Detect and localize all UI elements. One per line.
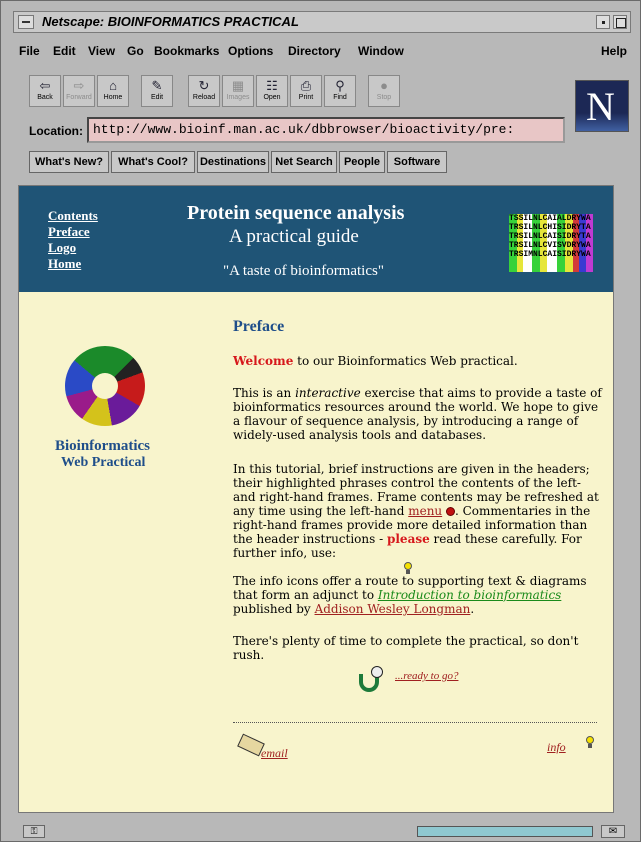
mail-icon[interactable]: ✉ [601,825,625,838]
link-preface[interactable]: Preface [48,224,90,240]
page-title: Protein sequence analysis [187,202,405,224]
info-bulb-icon[interactable] [585,736,595,748]
paragraph-intro: This is an interactive exercise that aim… [233,386,602,442]
images-button[interactable]: ▦ Images [222,75,254,107]
people-button[interactable]: People [339,151,385,173]
menu-bar: File Edit View Go Bookmarks Options Dire… [13,41,631,63]
page-content: Contents Preface Logo Home Protein seque… [18,185,614,813]
menu-edit[interactable]: Edit [53,44,76,58]
protein-structure-logo [65,346,145,426]
divider [233,722,597,723]
destinations-button[interactable]: Destinations [197,151,269,173]
red-dot-icon [445,507,455,516]
info-bulb-icon[interactable] [403,561,413,574]
netscape-logo[interactable]: N [575,80,629,132]
net-search-button[interactable]: Net Search [271,151,337,173]
page-tagline: "A taste of bioinformatics" [223,263,384,279]
whats-new-button[interactable]: What's New? [29,151,109,173]
title-bar[interactable]: Netscape: BIOINFORMATICS PRACTICAL [13,11,631,33]
web-practical-label: Web Practical [61,455,146,470]
back-button[interactable]: ⇦ Back [29,75,61,107]
whats-cool-button[interactable]: What's Cool? [111,151,195,173]
status-bar: ⚿ ✉ [13,823,631,841]
menu-window[interactable]: Window [358,44,404,58]
paragraph-info-icons: The info icons offer a route to supporti… [233,574,587,616]
section-heading: Preface [233,318,285,335]
browser-window: Netscape: BIOINFORMATICS PRACTICAL File … [0,0,641,842]
menu-directory[interactable]: Directory [288,44,341,58]
location-label: Location: [29,124,83,138]
software-button[interactable]: Software [387,151,447,173]
back-arrow-icon: ⇦ [39,78,51,93]
ready-to-go-link[interactable]: ...ready to go? [395,670,458,682]
location-input[interactable]: http://www.bioinf.man.ac.uk/dbbrowser/bi… [87,117,565,143]
forward-arrow-icon: ⇨ [73,78,85,93]
images-icon: ▦ [231,78,245,93]
publisher-link[interactable]: Addison Wesley Longman [315,602,471,616]
reload-icon: ↻ [198,78,210,93]
home-button[interactable]: ⌂ Home [97,75,129,107]
stop-icon: ● [380,78,388,93]
binoculars-icon: ⚲ [335,78,345,93]
open-icon: ☷ [266,78,278,93]
window-title: Netscape: BIOINFORMATICS PRACTICAL [42,14,299,29]
open-button[interactable]: ☷ Open [256,75,288,107]
book-title[interactable]: Introduction to bioinformatics [378,588,561,602]
forward-button[interactable]: ⇨ Forward [63,75,95,107]
menu-view[interactable]: View [88,44,115,58]
info-link[interactable]: info [547,740,566,755]
link-contents[interactable]: Contents [48,208,98,224]
paragraph-welcome: Welcome to our Bioinformatics Web practi… [233,354,518,368]
minimize-button[interactable] [596,15,610,29]
find-button[interactable]: ⚲ Find [324,75,356,107]
sequence-rows: TSSILNLCAIALDRYWA TRSILNLCHISIDRYTA TRSI… [509,214,591,259]
sequence-alignment-image: TSSILNLCAIALDRYWA TRSILNLCHISIDRYTA TRSI… [509,214,593,272]
netscape-n-icon: N [586,84,615,129]
menu-options[interactable]: Options [228,44,273,58]
paragraph-tutorial: In this tutorial, brief instructions are… [233,462,605,574]
menu-help[interactable]: Help [601,44,627,58]
menu-bookmarks[interactable]: Bookmarks [154,44,219,58]
security-key-icon[interactable]: ⚿ [23,825,45,838]
worm-icon[interactable] [359,666,383,692]
pencil-icon: ✎ [151,78,163,93]
bioinformatics-label: Bioinformatics [55,438,150,454]
print-icon: ⎙ [300,78,312,93]
reload-button[interactable]: ↻ Reload [188,75,220,107]
print-button[interactable]: ⎙ Print [290,75,322,107]
menu-link[interactable]: menu [408,504,442,518]
home-icon: ⌂ [109,78,117,93]
menu-go[interactable]: Go [127,44,144,58]
header-banner: Contents Preface Logo Home Protein seque… [19,186,613,292]
link-logo[interactable]: Logo [48,240,76,256]
maximize-button[interactable] [613,15,627,29]
stop-button[interactable]: ● Stop [368,75,400,107]
edit-button[interactable]: ✎ Edit [141,75,173,107]
menu-file[interactable]: File [19,44,40,58]
link-home[interactable]: Home [48,256,81,272]
page-subtitle: A practical guide [229,226,359,247]
paragraph-time: There's plenty of time to complete the p… [233,634,579,662]
progress-bar [417,826,593,837]
window-menu-button[interactable] [18,15,34,29]
